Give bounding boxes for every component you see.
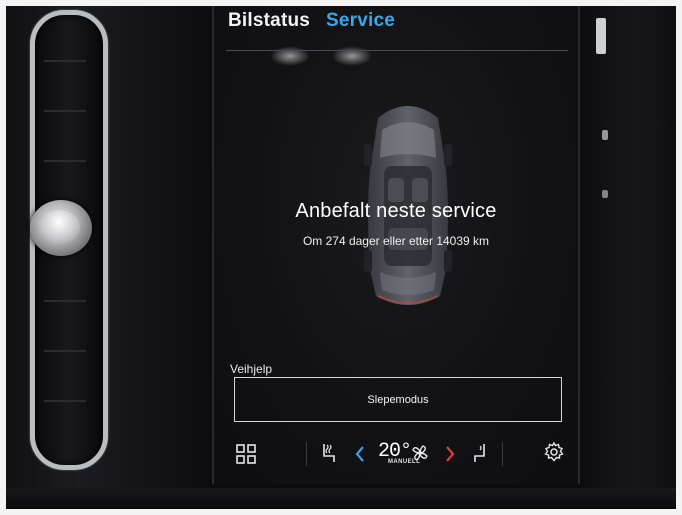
tab-bar: Bilstatus Service [228, 10, 395, 32]
settings-gear-icon[interactable] [542, 440, 566, 464]
dashboard-right-panel [578, 6, 676, 509]
screen-glare [332, 46, 372, 66]
tab-bilstatus[interactable]: Bilstatus [228, 10, 310, 32]
chevron-left-icon[interactable] [352, 442, 368, 466]
tow-mode-button[interactable]: Slepemodus [234, 377, 562, 422]
chevron-right-icon[interactable] [442, 442, 458, 466]
service-title: Anbefalt neste service [295, 200, 497, 222]
dashboard-trim-detail [596, 18, 606, 54]
section-label-veihjelp: Veihjelp [230, 362, 273, 376]
seat-heat-right-icon[interactable] [470, 440, 492, 466]
vent-slat [44, 110, 86, 112]
seat-heat-left-icon[interactable] [316, 440, 340, 466]
service-detail: Om 274 dager eller etter 14039 km [302, 234, 490, 248]
infotainment-screen: Bilstatus Service Anbefalt neste service… [212, 6, 580, 484]
fan-mode-label: MANUELL [388, 459, 421, 465]
dashboard-trim-detail [602, 130, 608, 140]
climate-divider [306, 442, 307, 466]
tab-service[interactable]: Service [326, 10, 395, 32]
vent-slat [44, 300, 86, 302]
vent-slat [44, 60, 86, 62]
vent-slat [44, 350, 86, 352]
dashboard-bottom-panel [6, 488, 676, 509]
dashboard-trim-detail [602, 190, 608, 198]
vent-knob-cap [38, 210, 80, 244]
tab-divider [226, 50, 568, 51]
climate-bar: 20° [214, 434, 578, 474]
vent-slat [44, 400, 86, 402]
climate-divider [502, 442, 503, 466]
screen-glare [270, 46, 310, 66]
tow-mode-button-label: Slepemodus [367, 393, 429, 406]
apps-grid-icon[interactable] [234, 442, 258, 466]
vent-slat [44, 160, 86, 162]
